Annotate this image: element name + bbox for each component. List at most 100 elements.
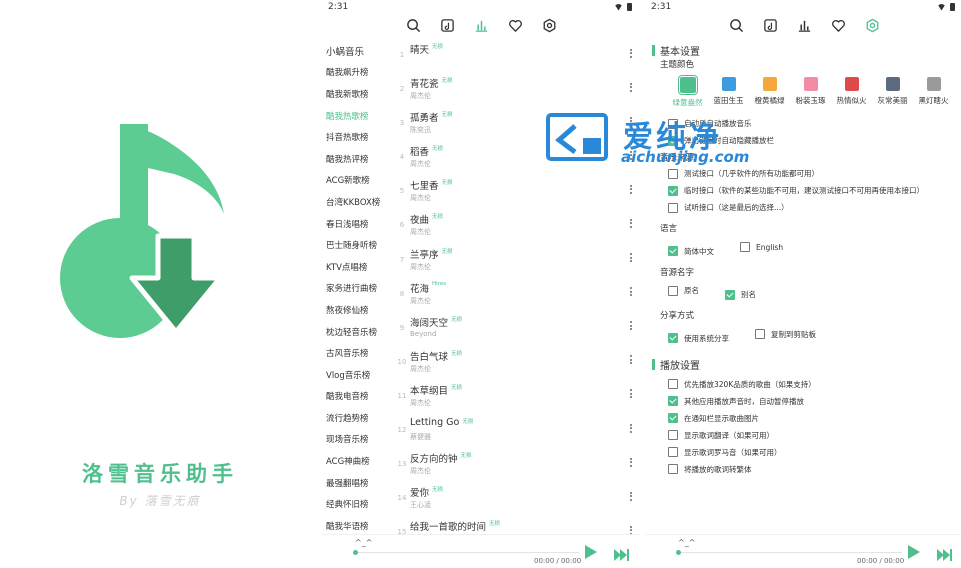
theme-option[interactable]: 橙黄橘绿	[749, 77, 790, 109]
checkbox[interactable]	[740, 242, 750, 252]
checkbox[interactable]	[668, 202, 678, 213]
theme-option[interactable]: 绿意盎然	[667, 75, 708, 109]
song-row[interactable]: 14 爱你 无损 王心凌	[395, 481, 635, 515]
checkbox-option[interactable]: 使用系统分享	[668, 330, 729, 347]
board-item[interactable]: ACG新歌榜	[322, 170, 394, 192]
board-item[interactable]: ACG神曲榜	[322, 450, 394, 472]
checkbox-option[interactable]: 简体中文	[668, 243, 714, 260]
theme-option[interactable]: 灰常美丽	[872, 77, 913, 109]
board-item[interactable]: 家务进行曲榜	[322, 278, 394, 300]
heart-icon[interactable]	[829, 16, 847, 34]
theme-option[interactable]: 黑灯瞎火	[913, 77, 954, 109]
checkbox-option[interactable]: 显示歌词翻译（如果可用）	[668, 427, 957, 444]
board-item[interactable]: 酷我新歌榜	[322, 83, 394, 105]
checkbox[interactable]	[668, 464, 678, 474]
song-row[interactable]: 2 青花瓷 无损 周杰伦	[395, 72, 635, 106]
theme-option[interactable]: 热情似火	[831, 77, 872, 109]
search-icon[interactable]	[404, 16, 422, 34]
board-item[interactable]: Vlog音乐榜	[322, 364, 394, 386]
checkbox[interactable]	[668, 246, 678, 256]
song-list-icon[interactable]	[438, 16, 456, 34]
board-item[interactable]: 抖音热歌榜	[322, 126, 394, 148]
checkbox[interactable]	[668, 285, 678, 296]
checkbox[interactable]	[668, 135, 678, 146]
song-row[interactable]: 9 海阔天空 无损 Beyond	[395, 311, 635, 345]
song-row[interactable]: 6 夜曲 无损 周杰伦	[395, 208, 635, 242]
board-item[interactable]: KTV点唱榜	[322, 256, 394, 278]
checkbox-option[interactable]: English	[740, 239, 783, 256]
checkbox[interactable]	[668, 185, 678, 196]
board-item[interactable]: 流行趋势榜	[322, 407, 394, 429]
checkbox-option[interactable]: 显示歌词罗马音（如果可用）	[668, 444, 957, 461]
theme-option[interactable]: 粉装玉琢	[790, 77, 831, 109]
progress-bar[interactable]	[676, 550, 902, 555]
checkbox-option[interactable]: 将播放的歌词转繁体	[668, 461, 957, 478]
song-row[interactable]: 1 晴天 无损	[395, 38, 635, 72]
more-icon[interactable]	[627, 320, 635, 332]
board-item[interactable]: 酷我热评榜	[322, 148, 394, 170]
song-row[interactable]: 4 稻香 无损 周杰伦	[395, 140, 635, 174]
more-icon[interactable]	[627, 115, 635, 127]
song-row[interactable]: 7 兰亭序 无损 周杰伦	[395, 243, 635, 277]
checkbox-option[interactable]: 优先播放320K品质的歌曲（如果支持）	[668, 376, 957, 393]
progress-knob[interactable]	[353, 550, 358, 555]
checkbox-option[interactable]: 原名	[668, 282, 699, 299]
leaderboard-icon[interactable]	[795, 16, 813, 34]
next-icon[interactable]	[937, 546, 953, 565]
checkbox[interactable]	[668, 333, 678, 343]
checkbox-option[interactable]: 启动后自动播放音乐	[668, 115, 957, 132]
more-icon[interactable]	[627, 149, 635, 161]
board-item[interactable]: 枕边轻音乐榜	[322, 321, 394, 343]
checkbox-option[interactable]: 试听接口（这是最后的选择...）	[668, 199, 957, 216]
board-item[interactable]: 台湾KKBOX榜	[322, 191, 394, 213]
checkbox[interactable]	[668, 396, 678, 406]
more-icon[interactable]	[627, 217, 635, 229]
play-icon[interactable]	[584, 544, 598, 564]
more-icon[interactable]	[627, 183, 635, 195]
player-pic[interactable]: ^_^	[678, 538, 695, 547]
checkbox[interactable]	[725, 289, 735, 300]
board-item[interactable]: 巴士随身听榜	[322, 234, 394, 256]
theme-option[interactable]: 蓝田生玉	[708, 77, 749, 109]
checkbox-option[interactable]: 在通知栏显示歌曲图片	[668, 410, 957, 427]
next-icon[interactable]	[614, 546, 630, 565]
more-icon[interactable]	[627, 354, 635, 366]
progress-bar[interactable]	[353, 550, 579, 555]
board-item[interactable]: 最强翻唱榜	[322, 472, 394, 494]
checkbox[interactable]	[668, 413, 678, 423]
checkbox[interactable]	[755, 329, 765, 339]
more-icon[interactable]	[627, 286, 635, 298]
checkbox[interactable]	[668, 430, 678, 440]
checkbox-option[interactable]: 弹出键盘时自动隐藏播放栏	[668, 132, 957, 149]
more-icon[interactable]	[627, 456, 635, 468]
checkbox-option[interactable]: 复制到剪贴板	[755, 326, 816, 343]
board-item[interactable]: 现场音乐榜	[322, 429, 394, 451]
checkbox-option[interactable]: 别名	[725, 286, 756, 303]
settings-icon[interactable]	[863, 16, 881, 34]
more-icon[interactable]	[627, 388, 635, 400]
song-row[interactable]: 5 七里香 无损 周杰伦	[395, 174, 635, 208]
progress-knob[interactable]	[676, 550, 681, 555]
heart-icon[interactable]	[506, 16, 524, 34]
board-item[interactable]: 古风音乐榜	[322, 342, 394, 364]
search-icon[interactable]	[727, 16, 745, 34]
board-item[interactable]: 熬夜修仙榜	[322, 299, 394, 321]
checkbox[interactable]	[668, 118, 678, 129]
settings-icon[interactable]	[540, 16, 558, 34]
board-item[interactable]: 春日浅唱榜	[322, 213, 394, 235]
checkbox-option[interactable]: 其他应用播放声音时，自动暂停播放	[668, 393, 957, 410]
more-icon[interactable]	[627, 47, 635, 59]
song-row[interactable]: 12 Letting Go 无损 蔡健雅	[395, 413, 635, 447]
player-pic[interactable]: ^_^	[355, 538, 372, 547]
song-row[interactable]: 8 花海 Hires 周杰伦	[395, 277, 635, 311]
play-icon[interactable]	[907, 544, 921, 564]
checkbox[interactable]	[668, 168, 678, 179]
checkbox-option[interactable]: 测试接口（几乎软件的所有功能都可用）	[668, 165, 957, 182]
source-selector[interactable]: 小蜗音乐	[322, 40, 394, 62]
song-row[interactable]: 3 孤勇者 无损 陈奕迅	[395, 106, 635, 140]
board-item[interactable]: 经典怀旧榜	[322, 493, 394, 515]
board-item[interactable]: 酷我飙升榜	[322, 62, 394, 84]
board-item[interactable]: 酷我热歌榜	[322, 105, 394, 127]
checkbox-option[interactable]: 临时接口（软件的某些功能不可用，建议测试接口不可用再使用本接口）	[668, 182, 957, 199]
song-row[interactable]: 11 本草纲目 无损 周杰伦	[395, 379, 635, 413]
